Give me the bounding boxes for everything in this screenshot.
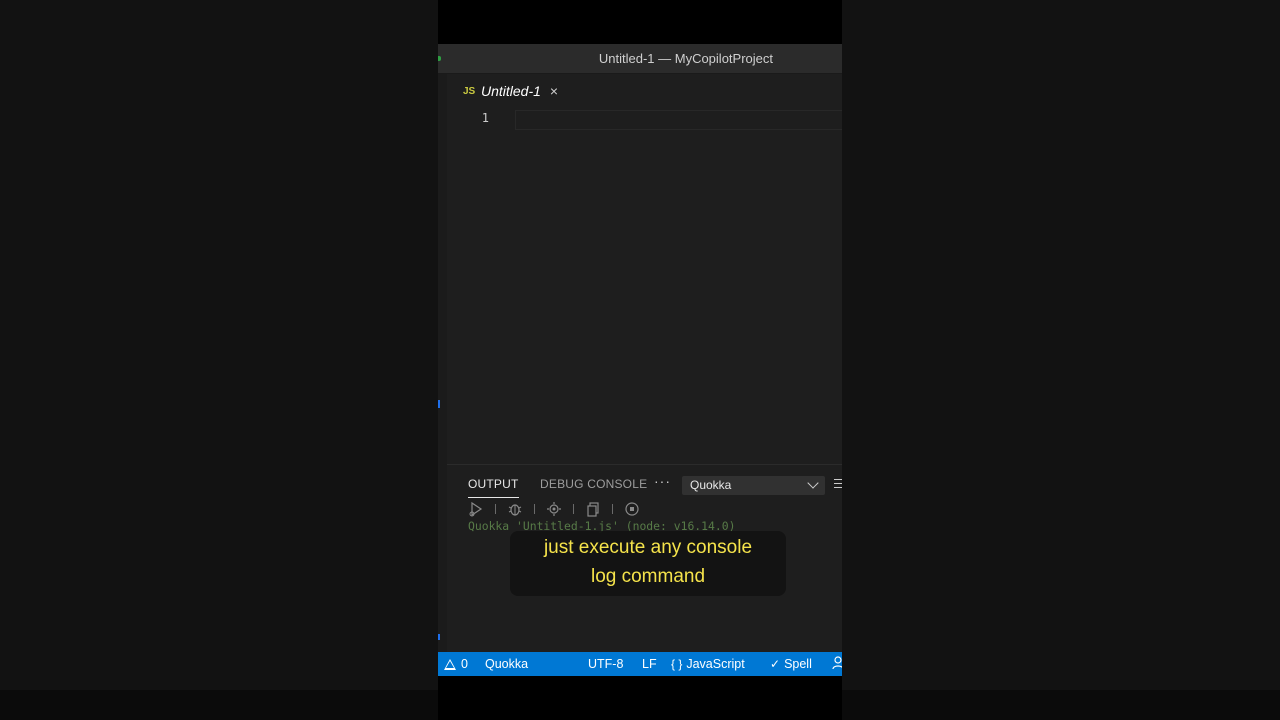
spell-label: Spell [784, 657, 812, 671]
more-actions-icon[interactable]: ··· [654, 473, 671, 489]
bottom-panel: OUTPUT DEBUG CONSOLE ··· Quokka Quokka '… [447, 464, 842, 653]
debug-icon[interactable] [506, 501, 524, 517]
status-bar: 0 Quokka UTF-8 LF { } JavaScript ✓ Spell [438, 652, 842, 676]
title-bar: Untitled-1 — MyCopilotProject [438, 44, 842, 74]
play-coverage-icon[interactable] [467, 501, 485, 517]
activity-indicator [438, 634, 440, 640]
chevron-down-icon [807, 477, 819, 489]
list-filter-icon[interactable] [834, 479, 842, 491]
output-channel-label: Quokka [690, 478, 732, 492]
background-left [0, 0, 438, 720]
activity-bar [438, 74, 447, 652]
tab-label: Untitled-1 [481, 83, 541, 99]
output-channel-select[interactable]: Quokka [682, 476, 825, 495]
video-caption: just execute any console log command [510, 531, 786, 596]
editor-line[interactable]: 1 [447, 110, 842, 130]
close-icon[interactable]: × [550, 83, 558, 99]
account-icon[interactable] [832, 656, 842, 670]
language-label: JavaScript [686, 657, 745, 671]
status-encoding[interactable]: UTF-8 [588, 657, 623, 671]
activity-indicator [438, 400, 440, 408]
current-line-highlight [515, 110, 842, 130]
caption-line-2: log command [590, 566, 706, 587]
toolbar-separator [612, 504, 613, 514]
javascript-file-icon: JS [463, 85, 476, 97]
tab-debug-console[interactable]: DEBUG CONSOLE [540, 477, 647, 491]
toolbar-separator [495, 504, 496, 514]
check-icon: ✓ [770, 657, 781, 671]
tab-output[interactable]: OUTPUT [468, 477, 519, 498]
status-quokka[interactable]: Quokka [485, 657, 528, 671]
quokka-toolbar [467, 501, 641, 517]
status-language[interactable]: { } JavaScript [671, 657, 745, 671]
code-editor[interactable]: 1 [447, 108, 842, 464]
panel-tabs: OUTPUT DEBUG CONSOLE ··· Quokka [447, 465, 842, 499]
warning-icon [444, 658, 456, 670]
problems-indicator[interactable]: 0 [444, 657, 468, 671]
stop-icon[interactable] [623, 501, 641, 517]
window-title: Untitled-1 — MyCopilotProject [598, 51, 773, 66]
tab-untitled-1[interactable]: JS Untitled-1 × [447, 74, 567, 108]
braces-icon: { } [671, 657, 683, 671]
editor-tab-bar: JS Untitled-1 × [447, 74, 842, 108]
problems-count: 0 [461, 657, 468, 671]
editor-window: Untitled-1 — MyCopilotProject JS Untitle… [438, 44, 842, 676]
background-right [842, 0, 1280, 720]
line-number: 1 [481, 111, 489, 125]
status-spell[interactable]: ✓ Spell [770, 657, 812, 671]
toolbar-separator [573, 504, 574, 514]
caption-line-1: just execute any console [543, 537, 753, 558]
toolbar-separator [534, 504, 535, 514]
status-eol[interactable]: LF [642, 657, 657, 671]
settings-bug-icon[interactable] [545, 501, 563, 517]
copy-icon[interactable] [584, 501, 602, 517]
